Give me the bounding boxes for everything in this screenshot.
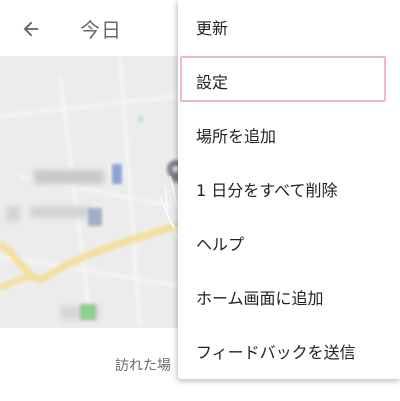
overflow-menu: 更新 設定 場所を追加 1 日分をすべて削除 ヘルプ ホーム画面に追加 フィード… [178, 0, 400, 379]
menu-item-help[interactable]: ヘルプ [178, 216, 400, 270]
map-park [80, 304, 96, 320]
arrow-back-icon [23, 21, 39, 37]
menu-item-add-place[interactable]: 場所を追加 [178, 108, 400, 162]
menu-item-settings[interactable]: 設定 [178, 54, 400, 108]
menu-item-send-feedback[interactable]: フィードバックを送信 [178, 324, 400, 378]
map-poi-marker [112, 164, 122, 184]
page-title: 今日 [80, 18, 122, 42]
back-button[interactable] [14, 12, 48, 46]
visited-places-label: 訪れた場 [115, 358, 171, 374]
menu-item-delete-day[interactable]: 1 日分をすべて削除 [178, 162, 400, 216]
menu-item-add-to-home[interactable]: ホーム画面に追加 [178, 270, 400, 324]
menu-item-refresh[interactable]: 更新 [178, 0, 400, 54]
